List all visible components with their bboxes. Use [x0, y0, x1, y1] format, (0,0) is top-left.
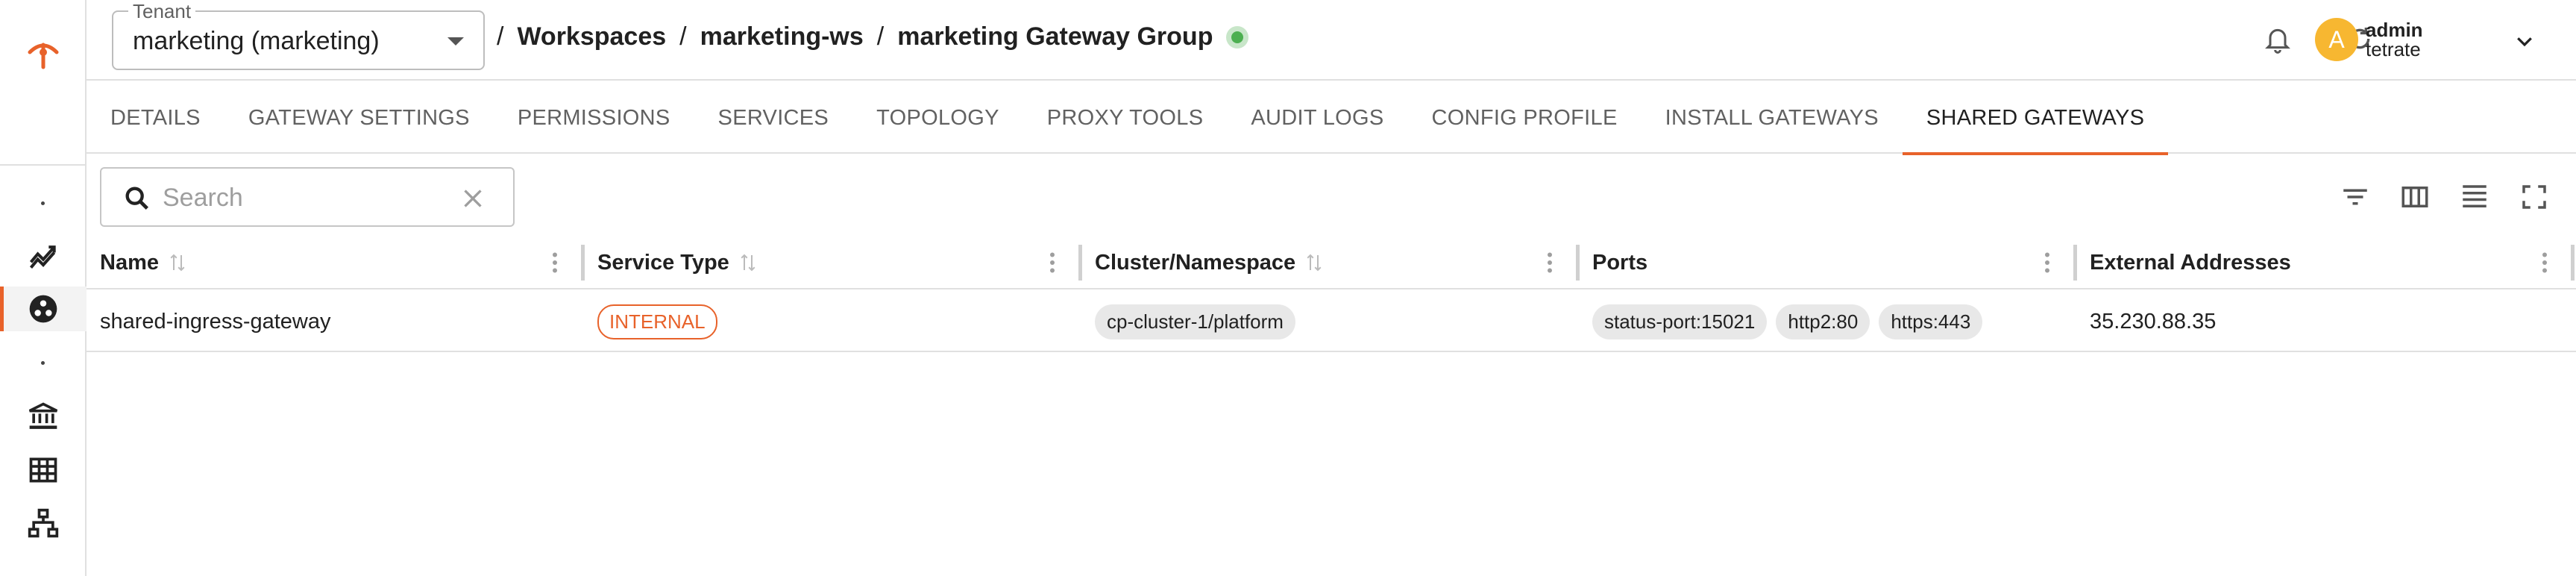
column-header-name[interactable]: Name: [100, 236, 189, 289]
cluster-namespace-chip: cp-cluster-1/platform: [1095, 304, 1295, 339]
tab-details[interactable]: DETAILS: [87, 82, 224, 154]
avatar[interactable]: A: [2315, 18, 2358, 61]
column-resize-handle[interactable]: [2073, 245, 2077, 281]
service-type-badge: INTERNAL: [597, 304, 717, 339]
chevron-down-icon[interactable]: [2513, 30, 2536, 52]
fullscreen-button[interactable]: [2513, 176, 2555, 218]
columns-button[interactable]: [2394, 176, 2436, 218]
breadcrumb-separator: /: [876, 22, 885, 51]
column-menu-icon[interactable]: [2531, 249, 2558, 276]
breadcrumb-workspaces[interactable]: Workspaces: [517, 22, 666, 51]
tab-gateway-settings[interactable]: GATEWAY SETTINGS: [224, 82, 494, 154]
tab-bar: DETAILS GATEWAY SETTINGS PERMISSIONS SER…: [87, 82, 2576, 155]
port-chip: http2:80: [1776, 304, 1870, 339]
tenant-select[interactable]: Tenant marketing (marketing): [112, 0, 485, 70]
column-header-cluster-namespace[interactable]: Cluster/Namespace: [1095, 236, 1325, 289]
breadcrumb-separator: /: [679, 22, 687, 51]
column-resize-handle[interactable]: [2571, 245, 2575, 281]
cell-external-addresses: 35.230.88.35: [2090, 309, 2217, 334]
column-label: External Addresses: [2090, 250, 2291, 275]
table-header: Name Service Type Cluster/Namespace Port…: [87, 236, 2576, 289]
density-button[interactable]: [2454, 176, 2495, 218]
top-header: Tenant marketing (marketing) / Workspace…: [87, 0, 2576, 81]
search-input[interactable]: Search: [100, 167, 515, 227]
tab-config-profile[interactable]: CONFIG PROFILE: [1407, 82, 1641, 154]
workspaces-icon[interactable]: [0, 287, 87, 331]
sidebar-dot: [41, 201, 45, 205]
columns-icon: [2401, 187, 2428, 207]
caret-down-icon: [447, 37, 464, 46]
port-chip: https:443: [1879, 304, 1983, 339]
column-label: Name: [100, 250, 159, 275]
breadcrumb: / Workspaces / marketing-ws / marketing …: [497, 22, 1249, 51]
grid-icon[interactable]: [0, 448, 87, 492]
tab-permissions[interactable]: PERMISSIONS: [494, 82, 694, 154]
column-resize-handle[interactable]: [1078, 245, 1082, 281]
cell-ports: status-port:15021 http2:80 https:443: [1592, 291, 1991, 352]
column-label: Cluster/Namespace: [1095, 250, 1296, 275]
tab-install-gateways[interactable]: INSTALL GATEWAYS: [1642, 82, 1903, 154]
cell-name: shared-ingress-gateway: [100, 309, 331, 334]
tab-shared-gateways[interactable]: SHARED GATEWAYS: [1902, 82, 2169, 155]
port-chip: status-port:15021: [1592, 304, 1768, 339]
search-icon: [125, 187, 148, 210]
filter-button[interactable]: [2334, 176, 2376, 218]
fullscreen-icon: [2522, 185, 2546, 209]
tab-proxy-tools[interactable]: PROXY TOOLS: [1023, 82, 1228, 154]
user-name[interactable]: admin: [2366, 19, 2423, 40]
sidebar: [0, 0, 87, 576]
cell-service-type: INTERNAL: [597, 291, 717, 352]
column-label: Ports: [1592, 250, 1648, 275]
column-resize-handle[interactable]: [1576, 245, 1580, 281]
column-label: Service Type: [597, 250, 729, 275]
column-header-ports[interactable]: Ports: [1592, 236, 1647, 289]
sort-icon[interactable]: [166, 251, 189, 274]
tenant-label: Tenant: [128, 0, 196, 23]
hierarchy-icon[interactable]: [0, 501, 87, 546]
column-menu-icon[interactable]: [1039, 249, 1066, 276]
logo-icon[interactable]: [25, 36, 61, 72]
sidebar-divider: [0, 164, 87, 166]
status-indicator: [1226, 25, 1249, 48]
cell-cluster-namespace: cp-cluster-1/platform: [1095, 291, 1304, 352]
table-row[interactable]: shared-ingress-gateway INTERNAL cp-clust…: [87, 291, 2576, 352]
tab-services[interactable]: SERVICES: [694, 82, 853, 154]
bell-icon: [2265, 28, 2290, 54]
density-icon: [2463, 185, 2487, 207]
column-header-external-addresses[interactable]: External Addresses: [2090, 236, 2291, 289]
metrics-icon[interactable]: [0, 234, 87, 279]
notifications-button[interactable]: [2257, 18, 2299, 60]
sidebar-dot: [41, 361, 45, 365]
tenant-value: marketing (marketing): [133, 27, 380, 55]
search-placeholder: Search: [163, 184, 243, 212]
breadcrumb-gateway-group: marketing Gateway Group: [897, 22, 1213, 51]
user-org[interactable]: tetrate: [2366, 39, 2421, 60]
clear-icon[interactable]: [459, 185, 486, 212]
column-resize-handle[interactable]: [581, 245, 585, 281]
column-menu-icon[interactable]: [1536, 249, 1563, 276]
tab-audit-logs[interactable]: AUDIT LOGS: [1227, 82, 1407, 154]
sort-icon[interactable]: [737, 251, 759, 274]
breadcrumb-workspace[interactable]: marketing-ws: [700, 22, 864, 51]
column-menu-icon[interactable]: [2034, 249, 2061, 276]
column-header-service-type[interactable]: Service Type: [597, 236, 759, 289]
bank-icon[interactable]: [0, 394, 87, 439]
sort-icon[interactable]: [1303, 251, 1325, 274]
filter-icon: [2343, 189, 2367, 205]
tab-topology[interactable]: TOPOLOGY: [852, 82, 1023, 154]
breadcrumb-separator: /: [497, 22, 504, 51]
column-menu-icon[interactable]: [541, 249, 568, 276]
